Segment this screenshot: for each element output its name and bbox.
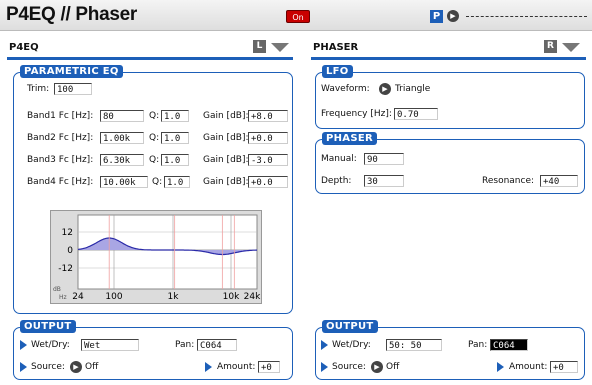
left-pan-field[interactable]: C064 [197, 339, 237, 351]
x-tick-24k: 24k [244, 292, 261, 302]
band3-q-label: Q: [149, 155, 160, 165]
frequency-label: Frequency [Hz]: [321, 109, 392, 119]
right-pan-field[interactable]: C064 [490, 339, 528, 351]
band3-gain-label: Gain [dB]: [203, 155, 249, 165]
preset-p-button[interactable]: P [430, 10, 443, 23]
band2-q-field[interactable]: 1.0 [161, 132, 189, 144]
right-source-value[interactable]: Off [386, 362, 399, 372]
left-source-arrow-icon [20, 362, 27, 372]
band2-fc-field[interactable]: 1.00k [100, 132, 144, 144]
lfo-group: LFO Waveform: ▶ Triangle Frequency [Hz]:… [315, 65, 585, 129]
right-wetdry-field[interactable]: 50: 50 [386, 339, 442, 351]
eq-curve-svg: 12 0 -12 dB Hz 24 100 1k 10k 24k [53, 214, 261, 302]
page-title: P4EQ // Phaser [6, 4, 137, 25]
phaser-group: PHASER Manual: 90 Depth: 30 Resonance: +… [315, 132, 585, 194]
y-unit-label: dB [53, 286, 61, 293]
band1-q-label: Q: [149, 111, 160, 121]
band3-q-field[interactable]: 1.0 [161, 154, 189, 166]
lfo-title: LFO [322, 65, 353, 78]
band4-q-label: Q: [152, 177, 163, 187]
band4-gain-field[interactable]: +0.0 [248, 176, 288, 188]
left-effect-menu-icon[interactable] [271, 43, 289, 52]
band4-gain-label: Gain [dB]: [203, 177, 249, 187]
band4-fc-label: Band4 Fc [Hz]: [27, 177, 94, 187]
trim-field[interactable]: 100 [54, 83, 92, 95]
left-wetdry-label: Wet/Dry: [31, 340, 70, 350]
x-tick-1k: 1k [168, 292, 180, 302]
left-source-value[interactable]: Off [85, 362, 98, 372]
parametric-eq-title: PARAMETRIC EQ [20, 65, 123, 78]
x-tick-24: 24 [72, 292, 84, 302]
left-amount-arrow-icon [205, 362, 212, 372]
band3-fc-label: Band3 Fc [Hz]: [27, 155, 94, 165]
left-source-label: Source: [31, 362, 65, 372]
band2-gain-label: Gain [dB]: [203, 133, 249, 143]
left-amount-label: Amount: [217, 362, 256, 372]
waveform-select-icon[interactable]: ▶ [379, 83, 391, 95]
trim-label: Trim: [27, 84, 50, 94]
right-wetdry-arrow-icon [321, 340, 328, 350]
x-unit-label: Hz [59, 294, 67, 301]
band1-fc-field[interactable]: 80 [100, 110, 144, 122]
band3-fc-field[interactable]: 6.30k [100, 154, 144, 166]
waveform-label: Waveform: [321, 84, 370, 94]
left-pan-label: Pan: [175, 340, 195, 350]
manual-label: Manual: [321, 154, 357, 164]
right-source-arrow-icon [321, 362, 328, 372]
left-channel-badge: L [253, 40, 266, 53]
y-tick-0: 0 [67, 246, 73, 256]
band1-q-field[interactable]: 1.0 [161, 110, 189, 122]
left-effect-name: P4EQ [9, 42, 39, 53]
right-amount-label: Amount: [509, 362, 548, 372]
preset-name-field[interactable] [466, 16, 587, 17]
x-tick-100: 100 [105, 292, 122, 302]
depth-field[interactable]: 30 [364, 175, 404, 187]
band2-q-label: Q: [149, 133, 160, 143]
x-tick-10k: 10k [223, 292, 240, 302]
right-amount-field[interactable]: +0 [550, 361, 578, 373]
band2-gain-field[interactable]: +0.0 [248, 132, 288, 144]
right-output-group: OUTPUT Wet/Dry: 50: 50 Pan: C064 Source:… [315, 320, 585, 380]
band4-q-field[interactable]: 1.0 [164, 176, 190, 188]
right-output-title: OUTPUT [322, 320, 378, 333]
title-bar: P4EQ // Phaser On P ▶ [0, 0, 592, 31]
frequency-field[interactable]: 0.70 [394, 108, 438, 120]
left-amount-field[interactable]: +0 [258, 361, 280, 373]
manual-field[interactable]: 90 [364, 153, 404, 165]
resonance-label: Resonance: [482, 176, 535, 186]
right-wetdry-label: Wet/Dry: [332, 340, 371, 350]
right-effect-menu-icon[interactable] [562, 43, 580, 52]
left-source-select-icon[interactable]: ▶ [70, 361, 82, 373]
left-wetdry-field[interactable]: Wet [81, 339, 139, 351]
phaser-title: PHASER [322, 132, 377, 145]
resonance-field[interactable]: +40 [540, 175, 578, 187]
depth-label: Depth: [321, 176, 352, 186]
band1-gain-label: Gain [dB]: [203, 111, 249, 121]
band1-fc-label: Band1 Fc [Hz]: [27, 111, 94, 121]
right-pan-label: Pan: [468, 340, 488, 350]
right-effect-header: PHASER R [311, 38, 586, 60]
right-channel-badge: R [544, 40, 557, 53]
band2-fc-label: Band2 Fc [Hz]: [27, 133, 94, 143]
right-source-label: Source: [332, 362, 366, 372]
right-amount-arrow-icon [497, 362, 504, 372]
band1-gain-field[interactable]: +8.0 [248, 110, 288, 122]
preset-menu-arrow-icon[interactable]: ▶ [447, 10, 459, 22]
right-source-select-icon[interactable]: ▶ [371, 361, 383, 373]
left-output-title: OUTPUT [20, 320, 76, 333]
left-wetdry-arrow-icon [20, 340, 27, 350]
left-output-group: OUTPUT Wet/Dry: Wet Pan: C064 Source: ▶ … [13, 320, 293, 380]
y-tick-minus12: -12 [58, 264, 73, 274]
band4-fc-field[interactable]: 10.00k [100, 176, 148, 188]
eq-response-graph: 12 0 -12 dB Hz 24 100 1k 10k 24k [50, 210, 262, 304]
left-effect-header: P4EQ L [7, 38, 293, 60]
waveform-value[interactable]: Triangle [395, 84, 430, 94]
band3-gain-field[interactable]: -3.0 [248, 154, 288, 166]
right-effect-name: PHASER [313, 42, 359, 53]
effect-on-button[interactable]: On [286, 10, 310, 23]
y-tick-12: 12 [62, 228, 73, 238]
